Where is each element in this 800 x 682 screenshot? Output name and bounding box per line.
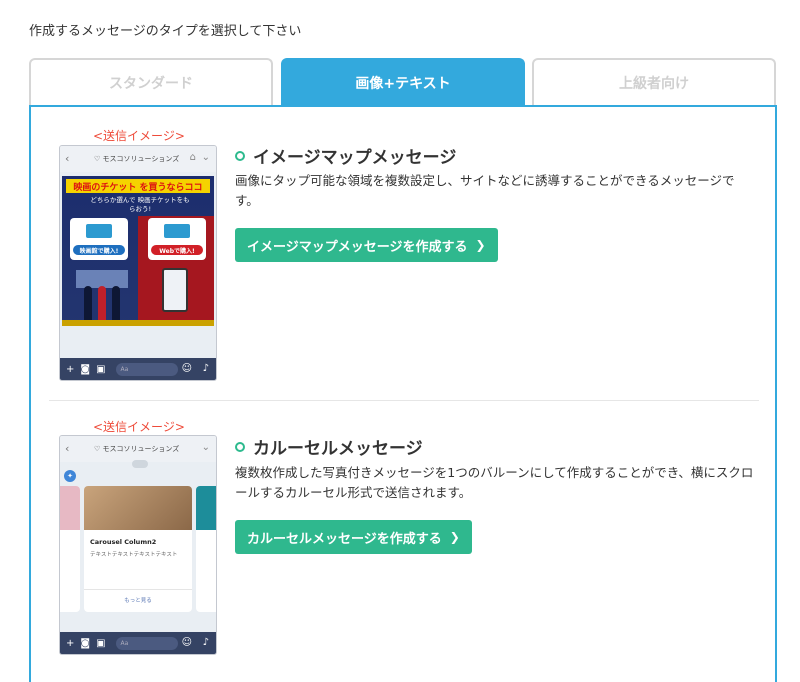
plus-icon: + [66, 363, 75, 375]
circle-bullet-icon [235, 441, 245, 452]
message-type-tabs: スタンダード 画像+テキスト 上級者向け [29, 58, 777, 106]
card-image [60, 486, 80, 530]
chevron-down-icon: ⌄ [201, 152, 210, 163]
emoji-icon: ☺ [181, 637, 192, 648]
carousel-card-prev [60, 486, 80, 612]
carousel-description: 複数枚作成した写真付きメッセージを1つのバルーンにして作成することができ、横にス… [235, 465, 754, 500]
phone-input-bar: + ◙ ▣ Aa ☺ ♪ [60, 632, 216, 654]
section-divider [49, 400, 759, 401]
imagemap-promo-image: 映画のチケット を買うならココ どちらか選んで 映画チケットをもらおう! 映画館… [62, 176, 214, 326]
date-pill [132, 460, 148, 468]
mic-icon: ♪ [202, 363, 209, 374]
ticket-icon [164, 224, 190, 238]
tab-panel: <送信イメージ> ‹ ♡ モスコソリューションズ ⌂ ⌄ 映画のチケット を買う… [29, 105, 777, 682]
imagemap-description: 画像にタップ可能な領域を複数設定し、サイトなどに誘導することができるメッセージで… [235, 173, 735, 208]
promo-card-label: Webで購入! [151, 245, 203, 255]
circle-bullet-icon [235, 150, 245, 161]
create-carousel-button[interactable]: カルーセルメッセージを作成する ❯ [235, 520, 472, 554]
camera-icon: ◙ [80, 637, 91, 649]
message-input: Aa [115, 362, 178, 376]
card-image [196, 486, 216, 530]
plus-icon: + [66, 637, 75, 649]
coffee-image [84, 486, 192, 530]
camera-icon: ◙ [80, 363, 91, 375]
promo-card-web: Webで購入! [148, 218, 206, 260]
imagemap-preview-phone: ‹ ♡ モスコソリューションズ ⌂ ⌄ 映画のチケット を買うならココ どちらか… [59, 145, 217, 381]
home-icon: ⌂ [189, 152, 196, 163]
send-image-label: <送信イメージ> [93, 420, 185, 434]
phone-input-bar: + ◙ ▣ Aa ☺ ♪ [60, 358, 216, 380]
tab-image-text[interactable]: 画像+テキスト [281, 58, 525, 106]
bot-avatar-icon: ✦ [64, 470, 76, 482]
create-imagemap-button[interactable]: イメージマップメッセージを作成する ❯ [235, 228, 498, 262]
chevron-down-icon: ⌄ [201, 442, 210, 453]
promo-title: 映画のチケット を買うならココ [66, 179, 210, 193]
tab-advanced[interactable]: 上級者向け [532, 58, 776, 106]
mic-icon: ♪ [202, 637, 209, 648]
carousel-preview-phone: ‹ ♡ モスコソリューションズ ⌄ ✦ Carousel Column2 テキス… [59, 435, 217, 655]
card-divider [84, 589, 192, 590]
tab-standard[interactable]: スタンダード [29, 58, 273, 106]
image-icon: ▣ [96, 363, 106, 375]
back-icon: ‹ [65, 442, 70, 455]
account-name: ♡ モスコソリューションズ [94, 155, 180, 163]
phone-header: ‹ ♡ モスコソリューションズ ⌂ ⌄ [60, 146, 216, 172]
page-instruction: 作成するメッセージのタイプを選択して下さい [29, 24, 302, 39]
promo-floor [62, 320, 214, 326]
ticket-icon [86, 224, 112, 238]
message-input: Aa [115, 636, 178, 650]
card-title: Carousel Column2 [90, 538, 157, 546]
imagemap-title: イメージマップメッセージ [235, 143, 456, 168]
card-more-link: もっと見る [124, 598, 152, 604]
promo-subtitle: どちらか選んで 映画チケットをもらおう! [90, 196, 190, 213]
image-icon: ▣ [96, 637, 106, 649]
promo-card-label: 映画館で購入! [73, 245, 125, 255]
promo-card-theater: 映画館で購入! [70, 218, 128, 260]
chevron-right-icon: ❯ [475, 238, 486, 252]
chevron-right-icon: ❯ [449, 530, 460, 544]
smartphone-illustration [162, 268, 188, 312]
carousel-card: Carousel Column2 テキストテキストテキストテキスト もっと見る [84, 486, 192, 612]
phone-header: ‹ ♡ モスコソリューションズ ⌄ [60, 436, 216, 462]
carousel-card-next [196, 486, 216, 612]
card-description: テキストテキストテキストテキスト [90, 552, 178, 558]
back-icon: ‹ [65, 152, 70, 165]
send-image-label: <送信イメージ> [93, 129, 185, 143]
account-name: ♡ モスコソリューションズ [94, 445, 180, 453]
emoji-icon: ☺ [181, 363, 192, 374]
carousel-title: カルーセルメッセージ [235, 434, 423, 459]
